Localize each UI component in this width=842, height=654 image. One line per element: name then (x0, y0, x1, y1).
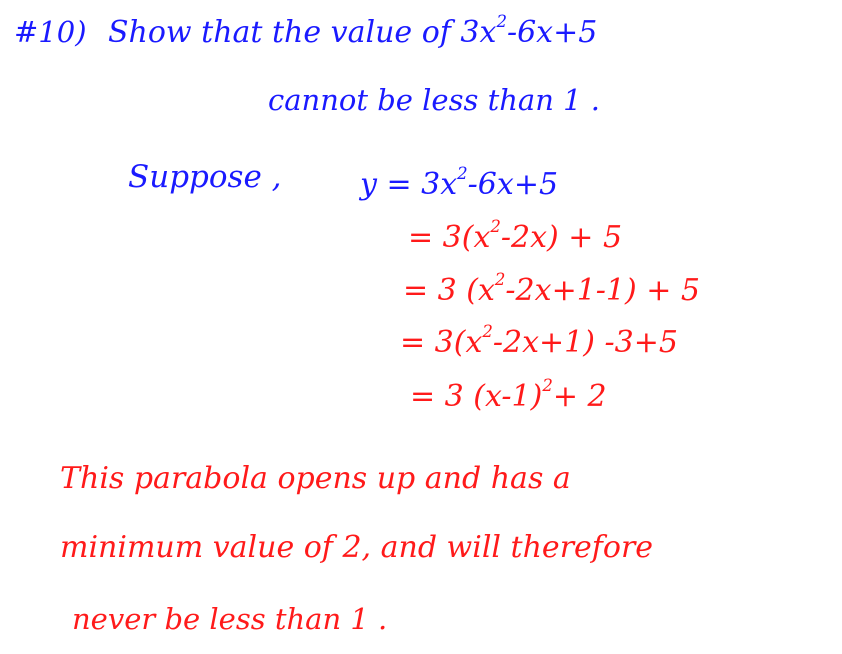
problem-statement-line-2: cannot be less than 1 . (268, 83, 600, 117)
step-rest: + 2 (552, 379, 607, 414)
work-step-complete-square: = 3 (x2-2x+1-1) + 5 (403, 271, 701, 308)
problem-statement-line-1: Show that the value of 3x2-6x+5 (108, 13, 598, 50)
problem-expression-rest: -6x+5 (506, 15, 598, 50)
conclusion-line-1: This parabola opens up and has a (60, 461, 571, 496)
problem-number: #10) (14, 15, 87, 49)
step-exponent: 2 (482, 322, 493, 342)
step-base: = 3 (x-1) (410, 379, 543, 414)
step-exponent: 2 (542, 376, 553, 396)
conclusion-line-2: minimum value of 2, and will therefore (60, 530, 654, 565)
suppose-label: Suppose , (128, 159, 282, 195)
step-base: = 3(x (408, 220, 491, 255)
step-rest: -2x) + 5 (500, 220, 623, 255)
step-base: = 3 (x (403, 273, 495, 308)
work-step-regroup: = 3(x2-2x+1) -3+5 (400, 323, 678, 360)
step-exponent: 2 (490, 217, 501, 237)
step-rest: -6x+5 (467, 167, 559, 202)
step-exponent: 2 (494, 270, 506, 290)
conclusion-line-3: never be less than 1 . (72, 602, 388, 636)
problem-expression-base: 3x (460, 15, 497, 50)
step-rest: -2x+1) -3+5 (492, 325, 678, 360)
step-exponent: 2 (457, 164, 468, 184)
problem-expression-exponent: 2 (496, 12, 507, 32)
work-step-factor: = 3(x2-2x) + 5 (408, 218, 623, 255)
problem-text: Show that the value of (108, 15, 461, 50)
step-rest: -2x+1-1) + 5 (505, 273, 701, 308)
work-step-definition: y = 3x2-6x+5 (360, 165, 559, 202)
step-base: = 3(x (400, 325, 483, 360)
step-base: y = 3x (360, 167, 458, 202)
work-step-vertex-form: = 3 (x-1)2+ 2 (410, 377, 607, 414)
